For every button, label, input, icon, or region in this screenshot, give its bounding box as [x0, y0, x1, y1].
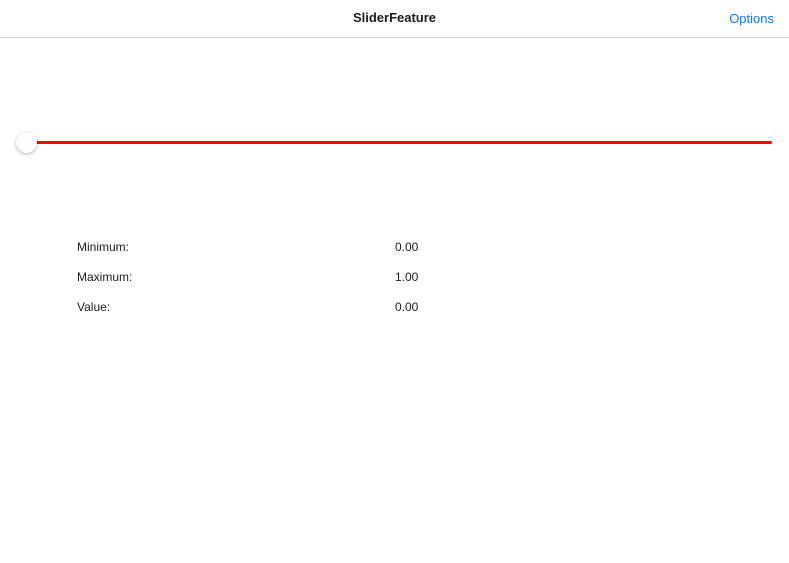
app-window: SliderFeature Options Minimum: 0.00 Maxi…	[0, 0, 789, 563]
navigation-bar: SliderFeature Options	[0, 0, 789, 38]
page-title: SliderFeature	[352, 10, 437, 25]
options-button[interactable]: Options	[729, 11, 774, 26]
minimum-label: Minimum:	[77, 240, 130, 254]
maximum-label: Maximum:	[77, 270, 133, 284]
maximum-value: 1.00	[395, 270, 419, 284]
value-slider[interactable]	[16, 130, 772, 154]
value-value: 0.00	[395, 300, 419, 314]
slider-track[interactable]	[26, 141, 772, 144]
value-label: Value:	[77, 300, 111, 314]
slider-thumb[interactable]	[16, 132, 37, 153]
minimum-value: 0.00	[395, 240, 419, 254]
